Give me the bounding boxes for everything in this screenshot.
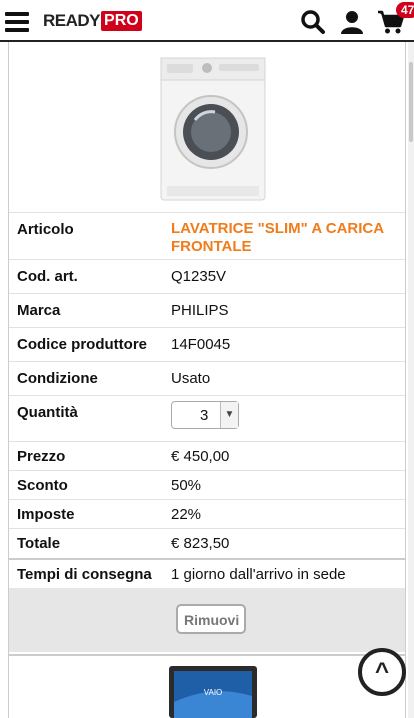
remove-button[interactable]: Rimuovi xyxy=(176,604,246,634)
value-condizione: Usato xyxy=(171,370,211,387)
quantity-value: 3 xyxy=(200,407,209,424)
value-cod-art: Q1235V xyxy=(171,268,227,285)
label-tempi-consegna: Tempi di consegna xyxy=(17,566,152,583)
top-header: READY PRO 47 xyxy=(0,0,414,42)
row-articolo: Articolo LAVATRICE "SLIM" A CARICA FRONT… xyxy=(9,212,405,259)
row-prezzo: Prezzo € 450,00 xyxy=(9,441,405,470)
vaio-brand-text: VAIO xyxy=(204,688,223,697)
scroll-to-top-button[interactable]: ^ xyxy=(358,648,406,696)
row-quantita: Quantità 3 ▼ xyxy=(9,395,405,441)
next-item-image[interactable]: VAIO xyxy=(167,664,259,718)
value-prezzo: € 450,00 xyxy=(171,448,230,465)
row-imposte: Imposte 22% xyxy=(9,499,405,528)
label-imposte: Imposte xyxy=(17,506,75,523)
value-totale: € 823,50 xyxy=(171,535,230,552)
label-prezzo: Prezzo xyxy=(17,448,66,465)
logo[interactable]: READY PRO xyxy=(43,10,142,32)
search-icon[interactable] xyxy=(300,9,326,35)
scrollbar[interactable] xyxy=(408,42,414,718)
label-articolo: Articolo xyxy=(17,221,74,238)
quantity-select[interactable]: 3 ▼ xyxy=(171,401,239,429)
row-condizione: Condizione Usato xyxy=(9,361,405,395)
row-tempi-consegna: Tempi di consegna 1 giorno dall'arrivo i… xyxy=(9,558,405,588)
row-marca: Marca PHILIPS xyxy=(9,293,405,327)
value-imposte: 22% xyxy=(171,506,202,523)
logo-ready: READY xyxy=(43,11,101,30)
logo-pro: PRO xyxy=(101,11,142,31)
label-sconto: Sconto xyxy=(17,477,68,494)
value-sconto: 50% xyxy=(171,477,202,494)
label-condizione: Condizione xyxy=(17,370,98,387)
menu-icon[interactable] xyxy=(5,12,29,32)
label-codice-produttore: Codice produttore xyxy=(17,336,147,353)
label-totale: Totale xyxy=(17,535,61,552)
product-name-link[interactable]: LAVATRICE "SLIM" A CARICA FRONTALE xyxy=(171,220,391,256)
label-marca: Marca xyxy=(17,302,61,319)
row-cod-art: Cod. art. Q1235V xyxy=(9,259,405,293)
next-item-divider xyxy=(9,654,405,656)
label-quantita: Quantità xyxy=(17,404,78,421)
label-cod-art: Cod. art. xyxy=(17,268,78,285)
row-totale: Totale € 823,50 xyxy=(9,528,405,558)
product-image[interactable] xyxy=(155,54,275,204)
remove-area: Rimuovi xyxy=(9,588,405,652)
chevron-down-icon[interactable]: ▼ xyxy=(220,402,238,428)
value-codice-produttore: 14F0045 xyxy=(171,336,231,353)
cart-item-card: Articolo LAVATRICE "SLIM" A CARICA FRONT… xyxy=(8,42,406,718)
value-tempi-consegna: 1 giorno dall'arrivo in sede xyxy=(171,566,346,583)
value-marca: PHILIPS xyxy=(171,302,229,319)
user-icon[interactable] xyxy=(339,9,365,35)
row-codice-produttore: Codice produttore 14F0045 xyxy=(9,327,405,361)
cart-count-badge: 47 xyxy=(396,2,414,18)
row-sconto: Sconto 50% xyxy=(9,470,405,499)
